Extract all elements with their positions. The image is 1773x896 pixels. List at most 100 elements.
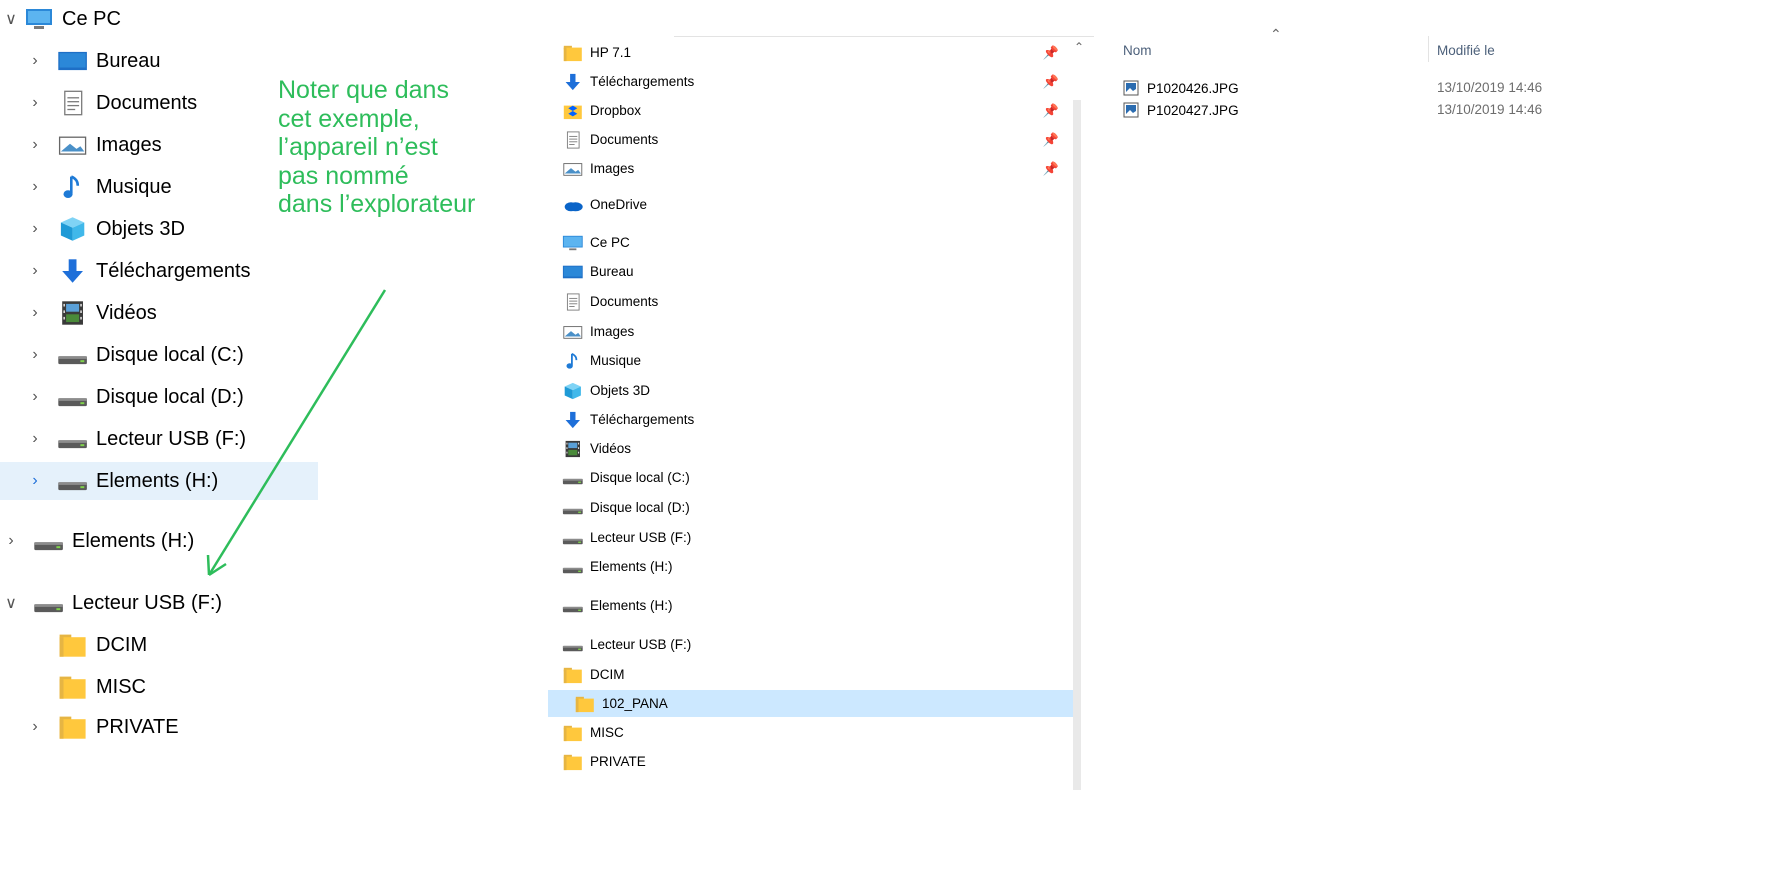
nav-item-label: MISC (590, 725, 624, 740)
tree-item[interactable]: DCIM (0, 626, 147, 664)
tree-item[interactable]: ∨ Lecteur USB (F:) (0, 584, 222, 622)
tree-item[interactable]: › Objets 3D (0, 210, 185, 248)
nav-item[interactable]: PRIVATE (548, 748, 1073, 775)
tree-item-label: Images (96, 133, 162, 156)
pin-icon[interactable]: 📌 (1043, 103, 1059, 119)
chevron-right-icon[interactable]: › (24, 472, 46, 490)
nav-item[interactable]: Téléchargements (548, 406, 1073, 433)
column-separator[interactable] (1428, 36, 1429, 62)
nav-item[interactable]: Images 📌 (548, 155, 1073, 182)
desktop-icon (56, 47, 90, 75)
nav-item[interactable]: OneDrive (548, 191, 1073, 218)
folder-icon (56, 631, 90, 659)
tree-item-label: DCIM (96, 633, 148, 656)
annotation-arrow (206, 289, 387, 577)
tree-item-label: Documents (96, 91, 198, 114)
nav-item-label: Disque local (C:) (590, 470, 690, 485)
pin-icon[interactable]: 📌 (1043, 132, 1059, 148)
tree-item-label: MISC (96, 675, 146, 698)
nav-item[interactable]: Documents 📌 (548, 126, 1073, 153)
annotation-line: l’appareil n’est (278, 133, 438, 161)
nav-item[interactable]: Disque local (C:) (548, 464, 1073, 491)
nav-item[interactable]: Musique (548, 347, 1073, 374)
chevron-right-icon[interactable]: › (24, 718, 46, 736)
chevron-right-icon[interactable]: › (0, 532, 22, 550)
nav-item[interactable]: Disque local (D:) (548, 494, 1073, 521)
chevron-right-icon[interactable]: › (24, 178, 46, 196)
chevron-down-icon[interactable]: ∨ (0, 593, 22, 613)
annotation-line: pas nommé (278, 161, 409, 190)
tree-item-label: Elements (H:) (72, 529, 195, 552)
file-row[interactable]: P1020427.JPG (1123, 98, 1239, 122)
image-file-icon (1123, 80, 1139, 96)
tree-item[interactable]: › Vidéos (0, 294, 157, 332)
nav-item[interactable]: Ce PC (548, 229, 1073, 256)
nav-item[interactable]: HP 7.1 📌 (548, 39, 1073, 66)
computer-icon (22, 5, 56, 33)
column-header-name[interactable]: Nom (1123, 43, 1152, 58)
tree-item[interactable]: › Bureau (0, 42, 160, 80)
download-icon (562, 72, 584, 92)
chevron-right-icon[interactable]: › (24, 220, 46, 238)
tree-item-ce-pc[interactable]: ∨ Ce PC (0, 0, 121, 38)
pin-icon[interactable]: 📌 (1043, 45, 1059, 61)
folder-icon (562, 752, 584, 772)
nav-item[interactable]: Bureau (548, 258, 1073, 285)
documents-icon (56, 89, 90, 117)
music-icon (56, 173, 90, 201)
file-row[interactable]: P1020426.JPG (1123, 76, 1239, 100)
images-icon (562, 322, 584, 342)
tree-item[interactable]: › Elements (H:) (0, 522, 194, 560)
pin-icon[interactable]: 📌 (1043, 74, 1059, 90)
nav-item-label: Documents (590, 132, 659, 147)
nav-item[interactable]: Lecteur USB (F:) (548, 631, 1073, 658)
folder-icon (562, 723, 584, 743)
music-icon (562, 351, 584, 371)
nav-item-label: DCIM (590, 667, 625, 682)
documents-icon (562, 292, 584, 312)
nav-item[interactable]: Images (548, 318, 1073, 345)
download-icon (56, 257, 90, 285)
column-header-date[interactable]: Modifié le (1437, 43, 1495, 58)
chevron-right-icon[interactable]: › (24, 304, 46, 322)
nav-item[interactable]: MISC (548, 719, 1073, 746)
chevron-right-icon[interactable]: › (24, 346, 46, 364)
nav-item[interactable]: Dropbox 📌 (548, 97, 1073, 124)
drive-icon (562, 528, 584, 548)
scrollbar-track[interactable] (1073, 100, 1081, 790)
tree-item[interactable]: › Musique (0, 168, 172, 206)
scroll-up-icon[interactable]: ⌃ (1074, 40, 1084, 54)
tree-item-label: PRIVATE (96, 715, 179, 738)
images-icon (562, 159, 584, 179)
chevron-right-icon[interactable]: › (24, 52, 46, 70)
pin-icon[interactable]: 📌 (1043, 161, 1059, 177)
nav-item[interactable]: Documents (548, 288, 1073, 315)
desktop-icon (562, 262, 584, 282)
nav-item[interactable]: Objets 3D (548, 377, 1073, 404)
nav-item[interactable]: Téléchargements 📌 (548, 68, 1073, 95)
chevron-down-icon[interactable]: ∨ (0, 9, 22, 29)
nav-item[interactable]: DCIM (548, 661, 1073, 688)
nav-item-label: 102_PANA (602, 696, 668, 711)
chevron-right-icon[interactable]: › (24, 136, 46, 154)
nav-item[interactable]: Lecteur USB (F:) (548, 524, 1073, 551)
nav-item[interactable]: 102_PANA (548, 690, 1073, 717)
drive-icon (562, 468, 584, 488)
tree-item[interactable]: › PRIVATE (0, 708, 179, 746)
chevron-right-icon[interactable]: › (24, 94, 46, 112)
drive-icon (32, 589, 66, 617)
nav-item[interactable]: Elements (H:) (548, 592, 1073, 619)
tree-item-label: Vidéos (96, 301, 157, 324)
folder-icon (56, 713, 90, 741)
nav-item-label: Elements (H:) (590, 598, 673, 613)
nav-item-label: Musique (590, 353, 642, 368)
nav-item-label: Lecteur USB (F:) (590, 530, 692, 545)
chevron-right-icon[interactable]: › (24, 388, 46, 406)
chevron-right-icon[interactable]: › (24, 430, 46, 448)
tree-item[interactable]: MISC (0, 668, 146, 706)
nav-item[interactable]: Elements (H:) (548, 553, 1073, 580)
tree-item[interactable]: › Documents (0, 84, 197, 122)
chevron-right-icon[interactable]: › (24, 262, 46, 280)
tree-item[interactable]: › Images (0, 126, 162, 164)
nav-item[interactable]: Vidéos (548, 435, 1073, 462)
